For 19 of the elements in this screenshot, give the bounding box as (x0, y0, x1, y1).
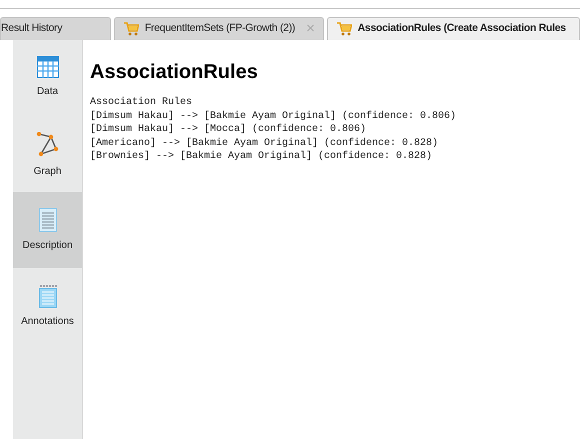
sidebar-item[interactable]: Description (13, 192, 82, 268)
document-icon (38, 208, 56, 232)
cart-icon (336, 22, 352, 36)
notepad-icon (38, 284, 56, 308)
tab[interactable]: AssociationRules (Create Association Rules (326, 17, 580, 40)
rule-text: [Dimsum Hakau] --> [Bakmie Ayam Original] (confidence: 0.806) (90, 110, 456, 124)
table-icon (36, 56, 58, 78)
cart-icon (122, 22, 139, 36)
sidebar-item[interactable]: Data (13, 40, 82, 116)
rule-text: Association Rules (90, 96, 192, 110)
graph-icon (36, 132, 60, 158)
sidebar-item[interactable]: Annotations (13, 268, 82, 344)
tab[interactable]: FrequentItemSets (FP-Growth (2)) × (114, 17, 324, 40)
tab[interactable]: Result History (0, 17, 111, 40)
rule-text: [Brownies] --> [Bakmie Ayam Original] (confidence: 0.828) (90, 150, 432, 164)
content-title: AssociationRules (90, 60, 258, 84)
rule-text: [Americano] --> [Bakmie Ayam Original] (confidence: 0.828) (90, 136, 438, 150)
rule-text: [Dimsum Hakau] --> [Mocca] (confidence: 0.806) (90, 123, 366, 137)
sidebar-item[interactable]: Graph (13, 116, 82, 192)
